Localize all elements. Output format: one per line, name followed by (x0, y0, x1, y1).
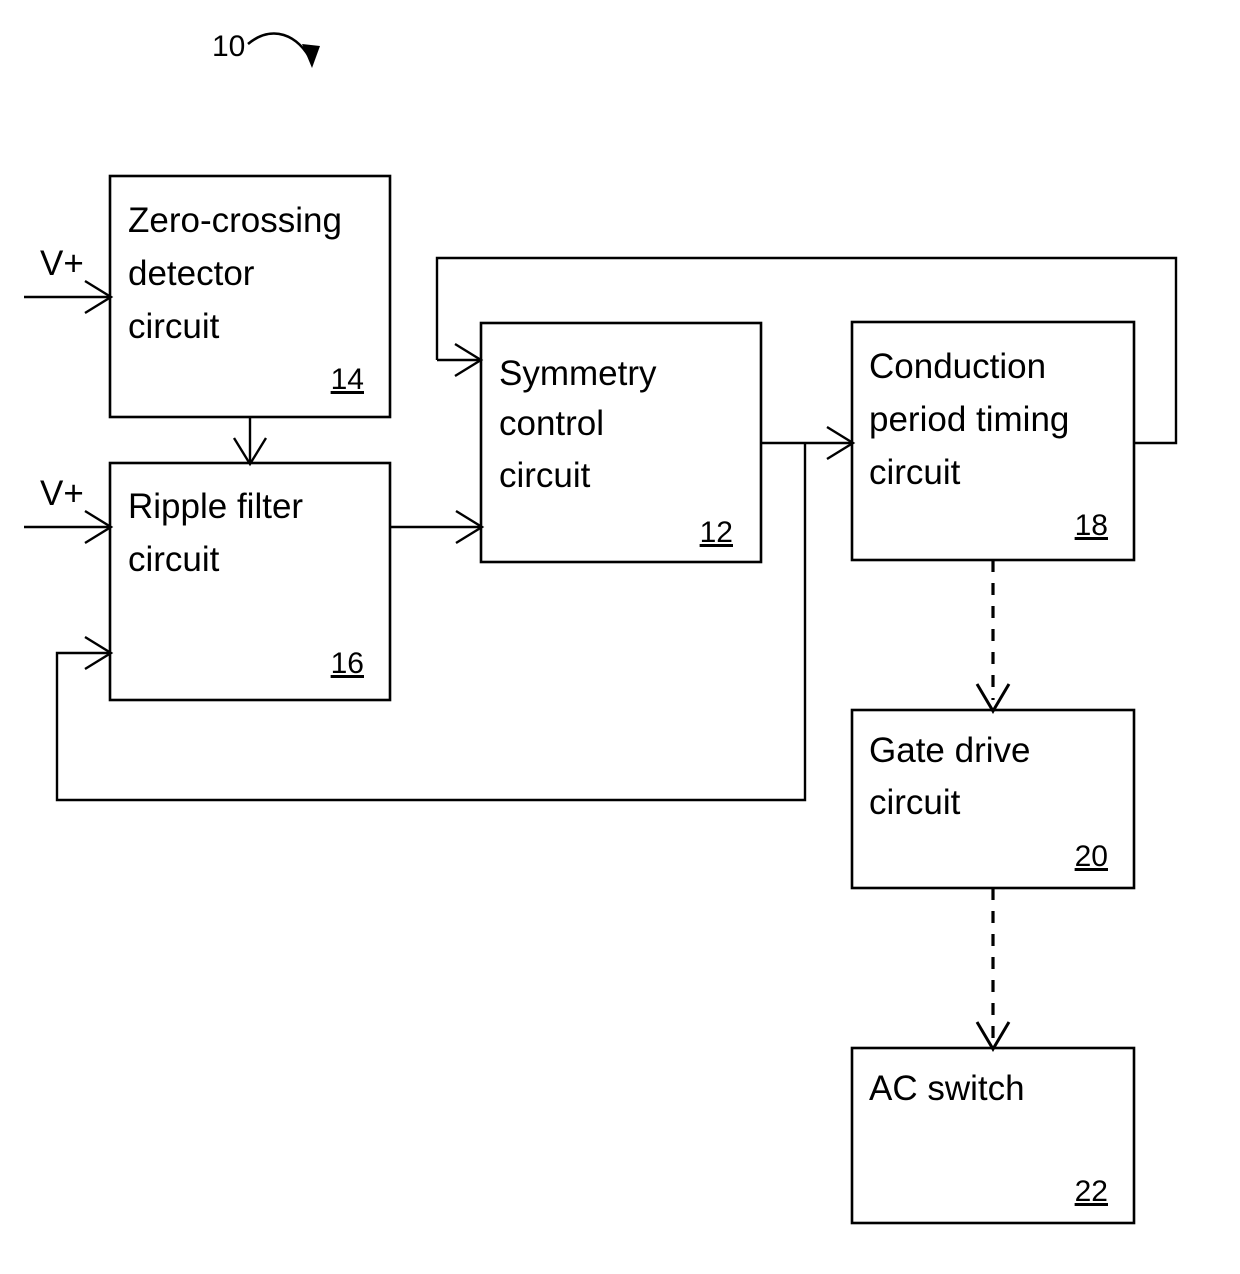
block-conduction-period-timing-line-2: period timing (869, 400, 1069, 439)
block-ac-switch-ref: 22 (1075, 1175, 1108, 1208)
block-symmetry-control-line-2: control (499, 404, 604, 443)
block-ripple-filter-ref: 16 (331, 647, 364, 680)
block-conduction-period-timing-line-3: circuit (869, 453, 961, 492)
curved-arrow-icon (247, 32, 314, 63)
diagram-canvas: 10 Zero-crossing detector circuit 14 Rip… (24, 30, 1178, 1225)
block-conduction-period-timing-ref: 18 (1075, 509, 1108, 542)
figure-reference-number: 10 (212, 30, 245, 63)
port-label-v-plus-zero-crossing: V+ (40, 244, 84, 283)
block-conduction-period-timing-line-1: Conduction (869, 347, 1046, 386)
arrowhead-conduction-timing-to-gate-drive (975, 683, 1011, 714)
block-ripple-filter-line-2: circuit (128, 540, 220, 579)
curved-arrow-head-icon (302, 44, 320, 68)
block-gate-drive-ref: 20 (1075, 840, 1108, 873)
block-ripple-filter-line-1: Ripple filter (128, 487, 303, 526)
block-gate-drive-line-1: Gate drive (869, 731, 1030, 770)
block-zero-crossing-detector-ref: 14 (331, 363, 364, 396)
block-symmetry-control-line-3: circuit (499, 456, 591, 495)
block-symmetry-control-ref: 12 (700, 516, 733, 549)
block-diagram: 10 Zero-crossing detector circuit 14 Rip… (0, 0, 1240, 1274)
block-zero-crossing-detector-line-2: detector (128, 254, 255, 293)
block-ac-switch-line-1: AC switch (869, 1069, 1025, 1108)
port-label-v-plus-ripple-filter: V+ (40, 474, 84, 513)
block-zero-crossing-detector-line-3: circuit (128, 307, 220, 346)
block-zero-crossing-detector-line-1: Zero-crossing (128, 201, 342, 240)
block-gate-drive-line-2: circuit (869, 783, 961, 822)
block-symmetry-control-line-1: Symmetry (499, 354, 657, 393)
